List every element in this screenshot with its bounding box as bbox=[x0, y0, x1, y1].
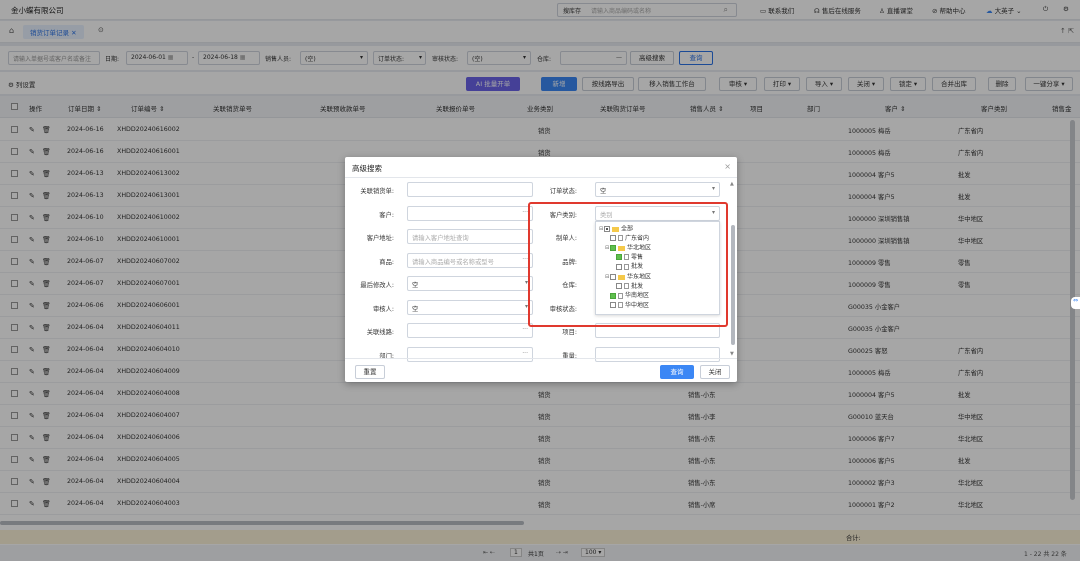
field-input[interactable]: ··· bbox=[407, 205, 533, 221]
reset-button[interactable]: 重置 bbox=[355, 365, 385, 379]
customer-type-tree[interactable]: ⊟ 全部 广东省内 ⊟ 华北地区 零售 批发 ⊟ 华东地区 批发 华南地区 华中地区 bbox=[595, 221, 720, 315]
field-input[interactable]: 空 ▾ bbox=[407, 276, 533, 291]
document-icon bbox=[618, 292, 623, 299]
tree-node[interactable]: 零售 bbox=[611, 254, 643, 262]
tree-node[interactable]: ⊟ 全部 bbox=[599, 225, 633, 233]
close-icon[interactable]: × bbox=[724, 162, 731, 171]
field-input[interactable]: ··· bbox=[407, 323, 533, 338]
document-icon bbox=[618, 302, 623, 309]
document-icon bbox=[624, 283, 629, 290]
checkbox-icon bbox=[616, 263, 622, 270]
field-label: 关联线路: bbox=[366, 329, 394, 336]
tree-node[interactable]: ⊟ 华北地区 bbox=[605, 244, 651, 252]
folder-icon bbox=[618, 274, 625, 280]
document-icon bbox=[618, 235, 623, 242]
side-widget-icon[interactable]: ⇔ bbox=[1071, 297, 1080, 309]
document-icon bbox=[624, 254, 629, 261]
field-label: 客户地址: bbox=[366, 235, 394, 242]
dialog-title: 高级搜索 bbox=[352, 164, 382, 173]
tree-node[interactable]: 批发 bbox=[611, 263, 643, 271]
field-label: 客户: bbox=[379, 211, 394, 219]
dialog-query-button[interactable]: 查询 bbox=[660, 365, 694, 379]
advanced-search-dialog: 高级搜索 × 关联销货单: 客户: ··· 客户地址: 请输入客户地址查询商品: 请输入商… bbox=[345, 157, 737, 382]
field-label: 最后修改人: bbox=[360, 282, 394, 289]
more-icon: ··· bbox=[522, 326, 528, 333]
field-input[interactable]: 空 ▾ bbox=[407, 299, 533, 315]
folder-icon bbox=[612, 226, 619, 232]
field-label: 项目: bbox=[562, 329, 577, 336]
checkbox-icon bbox=[610, 245, 616, 252]
tree-node[interactable]: 华南地区 bbox=[605, 292, 649, 300]
folder-icon bbox=[618, 245, 625, 251]
checkbox-icon bbox=[610, 235, 616, 242]
tree-node[interactable]: 华中地区 bbox=[605, 302, 649, 310]
checkbox-icon bbox=[610, 292, 616, 299]
field-label: 审核人: bbox=[372, 305, 394, 313]
dialog-scrollbar[interactable]: ▲ ▼ bbox=[730, 181, 735, 357]
checkbox-icon bbox=[610, 302, 616, 309]
field-input[interactable]: 请输入客户地址查询 bbox=[407, 229, 533, 244]
tree-node[interactable]: ⊟ 华东地区 bbox=[605, 273, 651, 281]
field-label: 关联销货单: bbox=[360, 188, 394, 195]
chevron-down-icon: ▾ bbox=[711, 185, 715, 192]
field-label: 订单状态: bbox=[549, 188, 577, 195]
checkbox-icon bbox=[616, 254, 622, 261]
dialog-close-button[interactable]: 关闭 bbox=[700, 365, 730, 379]
field-input[interactable]: 请输入商品编号或名称或型号 ··· bbox=[407, 252, 533, 268]
tree-node[interactable]: 批发 bbox=[611, 283, 643, 291]
field-input[interactable] bbox=[407, 182, 533, 197]
checkbox-icon bbox=[616, 283, 622, 290]
more-icon: ··· bbox=[522, 349, 528, 357]
field-label: 商品: bbox=[379, 258, 394, 266]
document-icon bbox=[624, 263, 629, 270]
tree-node[interactable]: 广东省内 bbox=[605, 235, 649, 243]
checkbox-icon bbox=[604, 226, 610, 232]
field-input[interactable]: 空 ▾ bbox=[595, 182, 720, 197]
dialog-footer: 重置 查询 关闭 bbox=[345, 358, 737, 382]
checkbox-icon bbox=[610, 274, 616, 280]
